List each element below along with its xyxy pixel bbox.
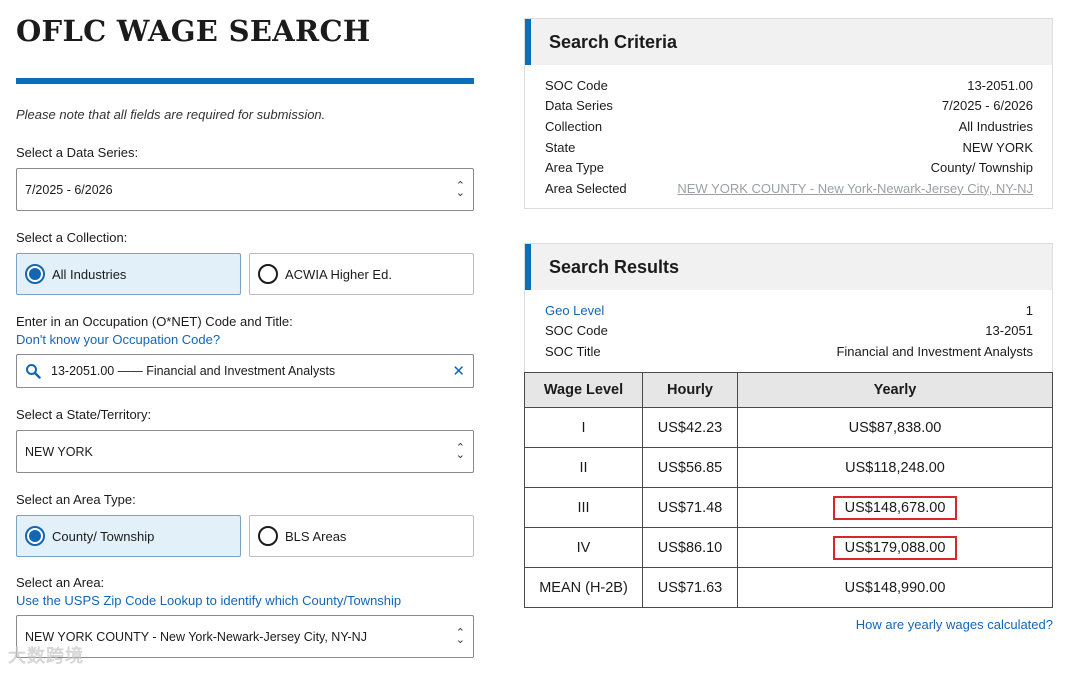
results-list: Geo Level 1 SOC Code 13-2051 SOC Title Fina…	[525, 290, 1052, 362]
collection-label: Select a Collection:	[16, 230, 128, 245]
criteria-value: County/ Township	[930, 160, 1033, 176]
search-icon	[26, 364, 41, 379]
table-row: II US$56.85 US$118,248.00	[524, 447, 1053, 488]
select-chevron-icon: ⌃ ⌄	[455, 441, 465, 461]
clear-icon[interactable]: ✕	[452, 362, 465, 380]
wage-level-cell: III	[524, 487, 643, 528]
occupation-code-help-link[interactable]: Don't know your Occupation Code?	[16, 332, 220, 347]
results-row: Geo Level 1	[525, 300, 1052, 321]
criteria-row: Collection All Industries	[525, 116, 1052, 137]
criteria-value: NEW YORK	[962, 139, 1033, 155]
results-value: 13-2051	[985, 323, 1033, 339]
table-header-row: Wage Level Hourly Yearly	[524, 372, 1053, 408]
results-value: 1	[1025, 302, 1033, 318]
radio-all-industries[interactable]: All Industries	[16, 253, 241, 295]
criteria-row: Data Series 7/2025 - 6/2026	[525, 96, 1052, 117]
required-note: Please note that all fields are required…	[16, 107, 326, 122]
data-series-value: 7/2025 - 6/2026	[25, 182, 113, 197]
data-series-label: Select a Data Series:	[16, 145, 139, 160]
select-chevron-icon: ⌃ ⌄	[455, 626, 465, 646]
area-type-label: Select an Area Type:	[16, 492, 136, 507]
criteria-key: Area Type	[545, 160, 605, 176]
criteria-value: 7/2025 - 6/2026	[941, 98, 1033, 114]
radio-unselected-icon	[258, 264, 278, 284]
radio-label: BLS Areas	[285, 528, 347, 544]
results-row: SOC Code 13-2051	[525, 321, 1052, 342]
radio-acwia-higher-ed[interactable]: ACWIA Higher Ed.	[249, 253, 474, 295]
yearly-cell: US$179,088.00	[737, 527, 1053, 568]
radio-selected-icon	[25, 264, 45, 284]
occupation-search-input[interactable]: 13-2051.00 —— Financial and Investment A…	[16, 354, 474, 388]
table-row: IV US$86.10 US$179,088.00	[524, 527, 1053, 568]
criteria-row: Area Type County/ Township	[525, 157, 1052, 178]
radio-county-township[interactable]: County/ Township	[16, 515, 241, 557]
radio-label: ACWIA Higher Ed.	[285, 266, 392, 282]
radio-label: All Industries	[52, 266, 127, 282]
results-key: SOC Title	[545, 343, 601, 359]
criteria-key: Collection	[545, 118, 603, 134]
radio-bls-areas[interactable]: BLS Areas	[249, 515, 474, 557]
hourly-cell: US$42.23	[642, 407, 738, 448]
collection-radio-group: All Industries ACWIA Higher Ed.	[16, 253, 474, 295]
results-row: SOC Title Financial and Investment Analys…	[525, 341, 1052, 362]
title-divider	[16, 78, 474, 84]
highlighted-yearly-value: US$179,088.00	[832, 535, 958, 560]
radio-selected-icon	[25, 526, 45, 546]
usps-zip-lookup-link[interactable]: Use the USPS Zip Code Lookup to identify…	[16, 593, 401, 608]
area-type-radio-group: County/ Township BLS Areas	[16, 515, 474, 557]
criteria-key: Data Series	[545, 98, 613, 114]
hourly-cell: US$71.63	[642, 567, 738, 608]
criteria-key: SOC Code	[545, 77, 608, 93]
table-row: I US$42.23 US$87,838.00	[524, 407, 1053, 448]
search-criteria-heading: Search Criteria	[525, 19, 1052, 65]
data-series-select[interactable]: 7/2025 - 6/2026 ⌃ ⌄	[16, 168, 474, 211]
hourly-cell: US$56.85	[642, 447, 738, 488]
wage-level-cell: II	[524, 447, 643, 488]
geo-level-link[interactable]: Geo Level	[545, 303, 604, 318]
state-select[interactable]: NEW YORK ⌃ ⌄	[16, 430, 474, 473]
criteria-row: SOC Code 13-2051.00	[525, 75, 1052, 96]
wage-level-cell: I	[524, 407, 643, 448]
column-header: Hourly	[642, 372, 738, 408]
occupation-label: Enter in an Occupation (O*NET) Code and …	[16, 314, 293, 329]
column-header: Wage Level	[524, 372, 643, 408]
radio-unselected-icon	[258, 526, 278, 546]
yearly-cell: US$148,678.00	[737, 487, 1053, 528]
table-row: MEAN (H-2B) US$71.63 US$148,990.00	[524, 567, 1053, 608]
area-label: Select an Area:	[16, 575, 105, 590]
hourly-cell: US$86.10	[642, 527, 738, 568]
criteria-row: Area Selected NEW YORK COUNTY - New York-…	[525, 178, 1052, 199]
criteria-value: All Industries	[958, 118, 1033, 134]
yearly-cell: US$148,990.00	[737, 567, 1053, 608]
yearly-wages-calculation-link[interactable]: How are yearly wages calculated?	[856, 617, 1053, 632]
highlighted-yearly-value: US$148,678.00	[832, 495, 958, 520]
wage-level-cell: MEAN (H-2B)	[524, 567, 643, 608]
criteria-list: SOC Code 13-2051.00 Data Series 7/2025 - 6…	[525, 65, 1052, 199]
page-title: OFLC WAGE SEARCH	[16, 14, 371, 48]
watermark: 大数跨境	[8, 646, 84, 666]
wage-table: Wage Level Hourly Yearly I US$42.23 US$8…	[524, 372, 1053, 608]
state-value: NEW YORK	[25, 444, 93, 459]
table-row: III US$71.48 US$148,678.00	[524, 487, 1053, 528]
criteria-key: State	[545, 139, 576, 155]
area-select[interactable]: NEW YORK COUNTY - New York-Newark-Jersey…	[16, 615, 474, 658]
radio-label: County/ Township	[52, 528, 155, 544]
search-results-heading: Search Results	[525, 244, 1052, 290]
search-criteria-panel: Search Criteria SOC Code 13-2051.00 Data …	[524, 18, 1053, 209]
criteria-value: 13-2051.00	[967, 77, 1033, 93]
criteria-key: Area Selected	[545, 180, 627, 196]
yearly-cell: US$118,248.00	[737, 447, 1053, 488]
column-header: Yearly	[737, 372, 1053, 408]
results-value: Financial and Investment Analysts	[836, 343, 1033, 359]
state-label: Select a State/Territory:	[16, 407, 152, 422]
results-key: SOC Code	[545, 323, 608, 339]
area-selected-link[interactable]: NEW YORK COUNTY - New York-Newark-Jersey…	[677, 181, 1033, 196]
occupation-value: 13-2051.00 —— Financial and Investment A…	[51, 364, 336, 378]
select-chevron-icon: ⌃ ⌄	[455, 179, 465, 199]
criteria-row: State NEW YORK	[525, 137, 1052, 158]
yearly-cell: US$87,838.00	[737, 407, 1053, 448]
wage-level-cell: IV	[524, 527, 643, 568]
search-results-panel: Search Results Geo Level 1 SOC Code 13-205…	[524, 243, 1053, 373]
hourly-cell: US$71.48	[642, 487, 738, 528]
